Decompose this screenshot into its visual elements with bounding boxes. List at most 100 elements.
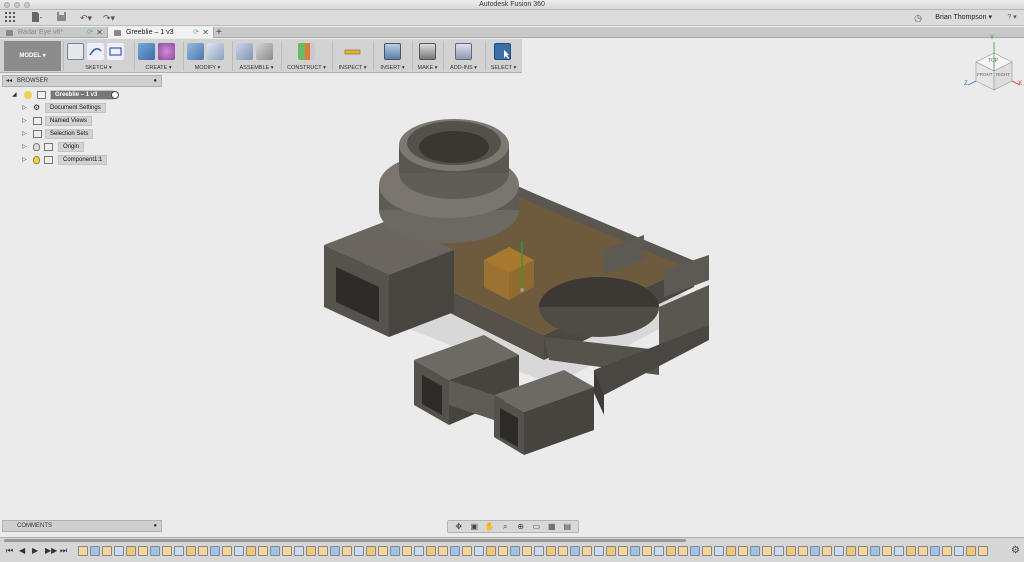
timeline-feature-icon[interactable] <box>210 546 220 556</box>
timeline-feature-icon[interactable] <box>138 546 148 556</box>
timeline-feature-icon[interactable] <box>522 546 532 556</box>
timeline-feature-icon[interactable] <box>438 546 448 556</box>
tab-greeblie[interactable]: Greeblie – 1 v3 ⟳ ✕ <box>108 27 214 38</box>
grid-settings-icon[interactable]: ▦ <box>546 522 558 531</box>
extrude-icon[interactable] <box>138 43 155 60</box>
activate-radio-icon[interactable] <box>111 91 119 99</box>
visibility-bulb-icon[interactable] <box>33 143 40 151</box>
close-tab-icon[interactable]: ✕ <box>202 27 209 38</box>
timeline-feature-icon[interactable] <box>102 546 112 556</box>
timeline-feature-icon[interactable] <box>450 546 460 556</box>
visibility-bulb-icon[interactable] <box>24 91 32 99</box>
modify-group[interactable]: MODIFY ▾ <box>183 41 231 71</box>
3d-print-icon[interactable] <box>419 43 436 60</box>
display-settings-icon[interactable]: ▭ <box>530 522 542 531</box>
timeline-feature-icon[interactable] <box>78 546 88 556</box>
look-at-icon[interactable]: ▣ <box>468 522 480 531</box>
timeline-feature-icon[interactable] <box>966 546 976 556</box>
timeline-feature-icon[interactable] <box>414 546 424 556</box>
timeline-feature-icon[interactable] <box>930 546 940 556</box>
scripts-and-add-ins-icon[interactable] <box>455 43 472 60</box>
save-icon[interactable] <box>56 12 66 24</box>
select-group[interactable]: SELECT ▾ <box>485 41 521 71</box>
view-cube[interactable]: Y Z X TOP FRONT RIGHT <box>964 35 1024 98</box>
timeline-feature-icon[interactable] <box>342 546 352 556</box>
timeline-feature-icon[interactable] <box>798 546 808 556</box>
press-pull-icon[interactable] <box>187 43 204 60</box>
make-group[interactable]: MAKE ▾ <box>412 41 442 71</box>
timeline-feature-icon[interactable] <box>774 546 784 556</box>
timeline-feature-icon[interactable] <box>834 546 844 556</box>
create-form-icon[interactable] <box>158 43 175 60</box>
timeline-feature-icon[interactable] <box>498 546 508 556</box>
timeline-feature-icon[interactable] <box>270 546 280 556</box>
expand-arrow-icon[interactable]: ◢ <box>12 90 17 100</box>
timeline-feature-icon[interactable] <box>126 546 136 556</box>
file-menu-icon[interactable] <box>30 12 44 24</box>
timeline-feature-icon[interactable] <box>318 546 328 556</box>
assemble-group[interactable]: ASSEMBLE ▾ <box>232 41 280 71</box>
timeline-feature-icon[interactable] <box>882 546 892 556</box>
user-account-menu[interactable]: Brian Thompson ▾ <box>935 13 992 21</box>
step-forward-icon[interactable]: ▶▶ <box>45 546 57 555</box>
create-group[interactable]: CREATE ▾ <box>134 41 182 71</box>
panel-options-icon[interactable]: ● <box>153 521 157 531</box>
timeline-feature-icon[interactable] <box>942 546 952 556</box>
select-arrow-icon[interactable] <box>494 43 511 60</box>
orbit-icon[interactable]: ✥ <box>453 522 465 531</box>
timeline-feature-icon[interactable] <box>978 546 988 556</box>
fit-icon[interactable]: ⊕ <box>515 522 527 531</box>
timeline-feature-icon[interactable] <box>906 546 916 556</box>
close-tab-icon[interactable]: ✕ <box>96 27 103 38</box>
timeline-feature-icon[interactable] <box>258 546 268 556</box>
timeline-feature-icon[interactable] <box>606 546 616 556</box>
timeline-feature-icon[interactable] <box>234 546 244 556</box>
timeline-settings-gear-icon[interactable]: ⚙ <box>1011 545 1020 556</box>
viewports-icon[interactable]: ▤ <box>561 522 573 531</box>
timeline-feature-icon[interactable] <box>750 546 760 556</box>
timeline-feature-icon[interactable] <box>186 546 196 556</box>
timeline-feature-icon[interactable] <box>162 546 172 556</box>
timeline-feature-icon[interactable] <box>174 546 184 556</box>
line-icon[interactable] <box>87 43 104 60</box>
timeline-feature-icon[interactable] <box>294 546 304 556</box>
timeline-feature-icon[interactable] <box>582 546 592 556</box>
timeline-feature-icon[interactable] <box>642 546 652 556</box>
browser-panel-header[interactable]: ◂◂ BROWSER ● <box>2 75 162 87</box>
zoom-icon[interactable]: ⌕ <box>499 522 511 532</box>
timeline-feature-icon[interactable] <box>666 546 676 556</box>
measure-icon[interactable] <box>344 43 361 60</box>
zoom-window-button[interactable] <box>24 2 30 8</box>
timeline-feature-icon[interactable] <box>150 546 160 556</box>
job-status-clock-icon[interactable]: ◷ <box>912 12 924 24</box>
expand-arrow-icon[interactable]: ▷ <box>22 129 27 139</box>
panel-options-icon[interactable]: ● <box>153 76 157 86</box>
timeline-feature-icon[interactable] <box>282 546 292 556</box>
timeline-feature-icon[interactable] <box>846 546 856 556</box>
canvas-viewport[interactable]: Y Z X TOP FRONT RIGHT <box>164 35 1024 535</box>
help-menu[interactable]: ? ▾ <box>1003 12 1021 24</box>
timeline-feature-icon[interactable] <box>858 546 868 556</box>
timeline-feature-icon[interactable] <box>558 546 568 556</box>
add-ins-group[interactable]: ADD-INS ▾ <box>443 41 483 71</box>
timeline-feature-icon[interactable] <box>690 546 700 556</box>
close-window-button[interactable] <box>4 2 10 8</box>
timeline-feature-icon[interactable] <box>90 546 100 556</box>
timeline-feature-icon[interactable] <box>702 546 712 556</box>
timeline-feature-icon[interactable] <box>678 546 688 556</box>
timeline-feature-icon[interactable] <box>366 546 376 556</box>
timeline-feature-icon[interactable] <box>510 546 520 556</box>
model-canvas[interactable] <box>164 75 1024 535</box>
sketch-group[interactable]: SKETCH ▾ <box>63 41 133 71</box>
timeline-feature-icon[interactable] <box>462 546 472 556</box>
new-tab-button[interactable]: + <box>216 27 222 38</box>
timeline-feature-icon[interactable] <box>570 546 580 556</box>
timeline-feature-icon[interactable] <box>894 546 904 556</box>
timeline-feature-icon[interactable] <box>714 546 724 556</box>
timeline-feature-icon[interactable] <box>402 546 412 556</box>
timeline-feature-icon[interactable] <box>630 546 640 556</box>
play-icon[interactable]: ▶ <box>32 546 38 555</box>
timeline-feature-icon[interactable] <box>618 546 628 556</box>
timeline-feature-icon[interactable] <box>786 546 796 556</box>
insert-group[interactable]: INSERT ▾ <box>373 41 411 71</box>
